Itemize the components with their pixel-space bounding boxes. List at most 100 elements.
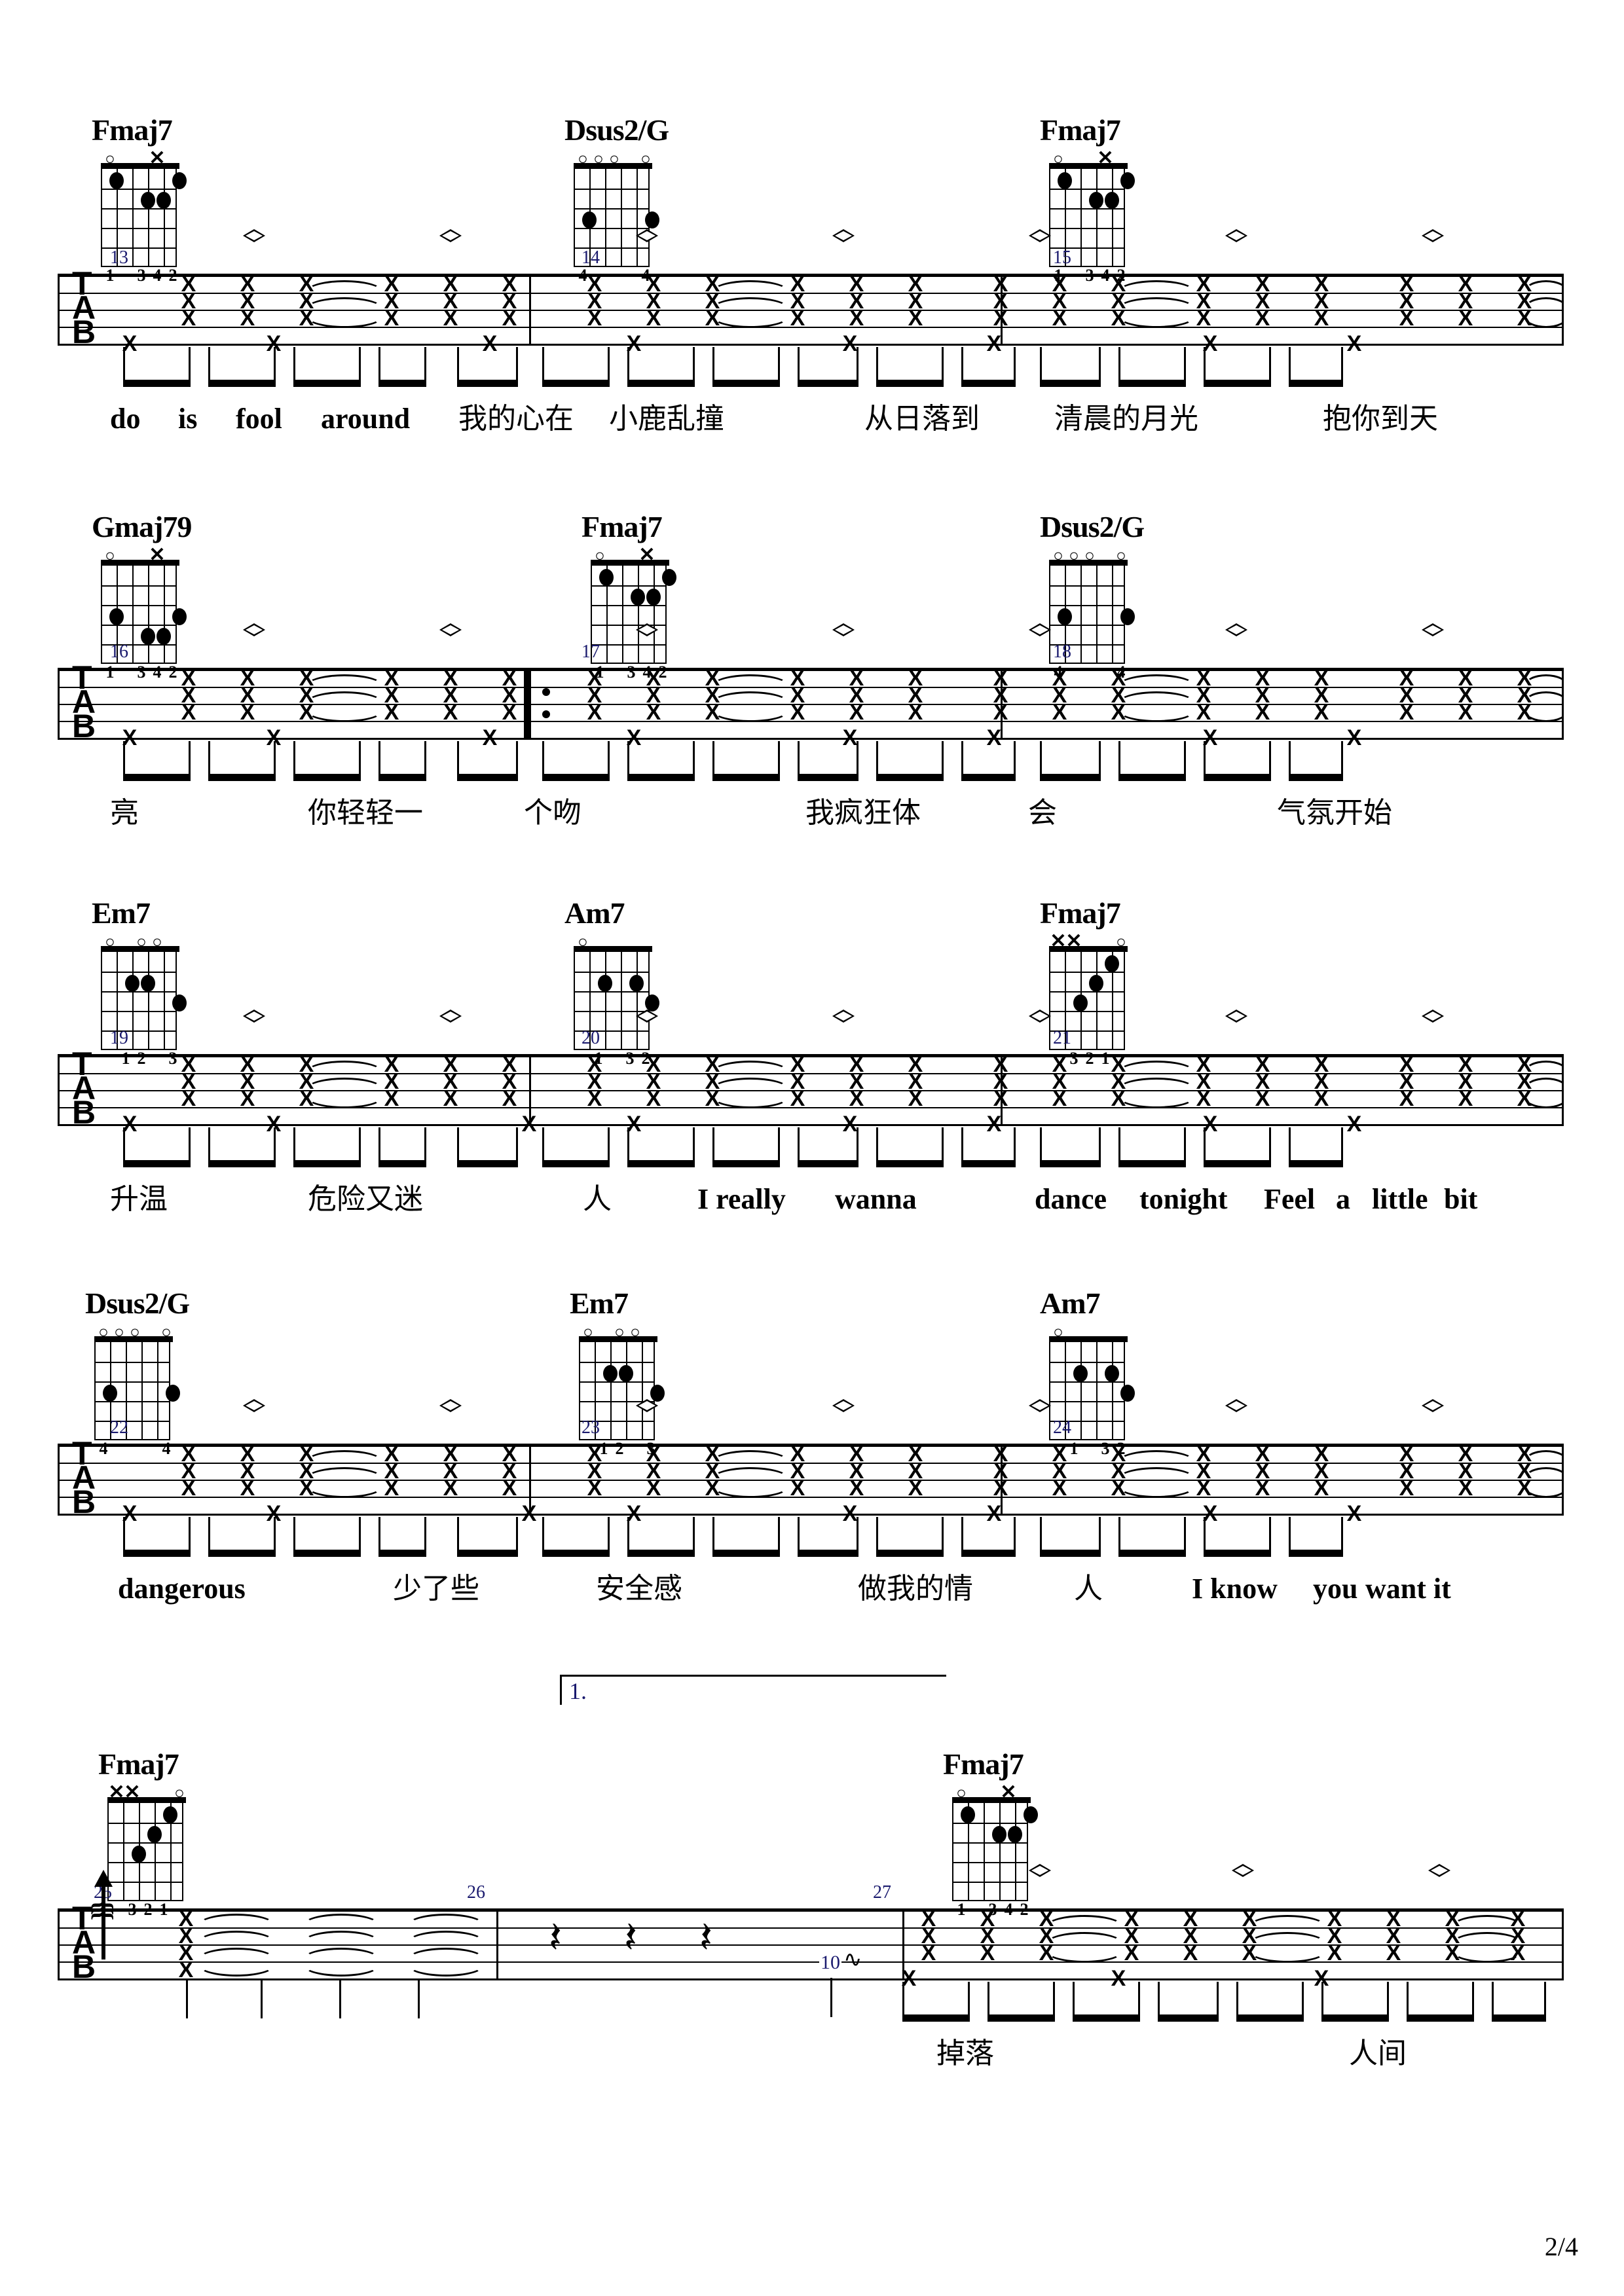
rhythm-beam — [1040, 774, 1101, 781]
diamond-accent-icon — [1225, 1399, 1247, 1412]
tab-staff: TABXXXXXXXXXXXXXXXXXXXXXXXXXXXXXXXXXXXXX… — [58, 1437, 1568, 1525]
diamond-accent-icon — [832, 623, 855, 636]
chord-name-label: Fmaj7 — [98, 1747, 179, 1781]
chord-name-label: Am7 — [564, 896, 625, 930]
tie-arc — [1118, 297, 1194, 308]
rhythm-beam — [123, 1160, 191, 1167]
muted-note-x: X — [1458, 1476, 1473, 1501]
muted-note-x: X — [908, 1476, 923, 1501]
muted-note-x: X — [1314, 700, 1329, 725]
chord-finger-dot — [109, 172, 124, 189]
diamond-accent-icon — [243, 623, 265, 636]
rhythm-beam — [1204, 1550, 1271, 1557]
muted-note-x: X — [790, 700, 805, 725]
rhythm-beam — [293, 774, 361, 781]
tie-arc — [198, 1948, 274, 1959]
tie-arc — [408, 1965, 484, 1977]
muted-note-x: X — [443, 1476, 458, 1501]
muted-note-x: X — [1196, 700, 1211, 725]
diamond-accent-icon — [832, 1010, 855, 1023]
rhythm-beam — [457, 1160, 518, 1167]
diamond-accent-icon — [1422, 1010, 1444, 1023]
lyric-syllable: 人 — [583, 1182, 612, 1216]
muted-note-x: X — [240, 700, 255, 725]
muted-note-x: X — [502, 1476, 517, 1501]
chord-finger-dot — [599, 569, 614, 586]
bass-muted-note-x: X — [1346, 1112, 1362, 1137]
chord-finger-dot — [1058, 172, 1072, 189]
rhythm-beam — [542, 774, 610, 781]
measure-number: 16 — [110, 642, 128, 662]
barline — [1562, 1908, 1564, 1980]
lyric-syllable: 个吻 — [524, 796, 581, 829]
tie-arc — [712, 1450, 788, 1461]
chord-nut — [952, 1797, 1031, 1803]
tie-arc — [712, 674, 788, 685]
muted-note-x: X — [443, 306, 458, 331]
muted-note-x: X — [1458, 700, 1473, 725]
rhythm-beam — [208, 774, 276, 781]
tie-arc — [306, 297, 382, 308]
diamond-accent-icon — [636, 623, 658, 636]
chord-finger-dot — [132, 1846, 146, 1863]
rhythm-beam — [1407, 2014, 1474, 2022]
chord-finger-dot — [163, 1806, 177, 1823]
bass-muted-note-x: X — [986, 331, 1002, 356]
quarter-rest: 𝄽 — [623, 1912, 638, 1963]
barline — [496, 1908, 498, 1980]
rhythm-beam — [1158, 2014, 1219, 2022]
chord-finger-dot — [147, 1826, 162, 1843]
chord-finger-dot — [1105, 1365, 1119, 1382]
rhythm-beam — [627, 1160, 695, 1167]
rhythm-beam — [1118, 380, 1186, 387]
bass-muted-note-x: X — [986, 1501, 1002, 1526]
rhythm-beam — [457, 774, 518, 781]
bass-muted-note-x: X — [1346, 1501, 1362, 1526]
muted-note-x: X — [587, 306, 602, 331]
tie-arc — [712, 1467, 788, 1478]
chord-fret-grid — [107, 1797, 186, 1901]
rhythm-beam — [961, 1550, 1016, 1557]
diamond-accent-icon — [636, 1010, 658, 1023]
barline — [58, 1054, 60, 1126]
diamond-accent-icon — [1422, 623, 1444, 636]
chord-finger-dot — [961, 1806, 975, 1823]
tie-arc — [1118, 1061, 1194, 1072]
chord-fret-grid — [952, 1797, 1038, 1901]
tie-arc — [303, 1948, 379, 1959]
rhythm-stem — [261, 1980, 263, 2018]
chord-finger-dot — [125, 975, 139, 992]
tab-staff: TABXXXXXXXXXXXXXXXXXXXXXXXXXXXXXXXXXXXXX… — [58, 267, 1568, 355]
bass-muted-note-x: X — [842, 1112, 858, 1137]
chord-name-label: Dsus2/G — [1040, 510, 1145, 543]
tie-arc — [303, 1965, 379, 1977]
lyric-syllable: 人间 — [1349, 2037, 1407, 2070]
muted-note-x: X — [1255, 1086, 1270, 1111]
rhythm-beam — [457, 380, 518, 387]
lyric-syllable: want it — [1365, 1573, 1451, 1605]
lyric-syllable: 危险又迷 — [308, 1182, 423, 1216]
muted-note-x: X — [1052, 700, 1067, 725]
rhythm-beam — [208, 1550, 276, 1557]
rhythm-beam — [1236, 2014, 1304, 2022]
diamond-accent-icon — [1225, 229, 1247, 242]
muted-note-x: X — [181, 1086, 196, 1111]
chord-name-label: Am7 — [1040, 1286, 1101, 1320]
muted-note-x: X — [1255, 700, 1270, 725]
chord-finger-dot — [1058, 608, 1072, 625]
page-number: 2/4 — [1544, 2232, 1578, 2261]
rhythm-beam — [293, 380, 361, 387]
chord-name-label: Em7 — [92, 896, 151, 930]
muted-note-x: X — [1399, 700, 1414, 725]
tie-arc — [1118, 1467, 1194, 1478]
muted-note-x: X — [443, 1086, 458, 1111]
repeat-barline-thick — [524, 668, 530, 740]
muted-note-x: X — [1052, 1476, 1067, 1501]
muted-note-x: X — [849, 1086, 864, 1111]
tab-letter-b: B — [72, 1948, 96, 1985]
chord-finger-dot — [662, 569, 676, 586]
diamond-accent-icon — [1029, 1864, 1051, 1877]
chord-nut — [1049, 560, 1128, 566]
tie-arc — [1249, 1915, 1325, 1926]
chord-finger-dot — [603, 1365, 618, 1382]
